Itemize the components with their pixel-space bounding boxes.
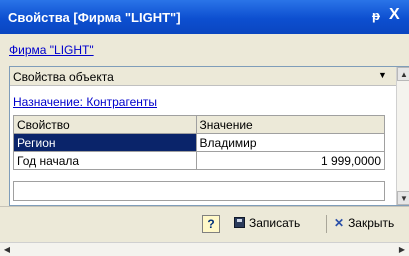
help-button[interactable]: ? bbox=[202, 215, 220, 233]
scroll-right-icon[interactable]: ▶ bbox=[395, 243, 409, 256]
save-button[interactable]: Записать bbox=[234, 216, 300, 230]
table-row[interactable]: Регион Владимир bbox=[13, 133, 386, 152]
panel-header[interactable]: Свойства объекта ▼ bbox=[10, 67, 396, 86]
horizontal-scrollbar[interactable]: ◀ ▶ bbox=[0, 242, 409, 256]
scroll-down-icon[interactable]: ▼ bbox=[397, 191, 409, 205]
close-button[interactable]: ✕ Закрыть bbox=[334, 216, 394, 230]
close-label: Закрыть bbox=[348, 216, 395, 230]
panel-title: Свойства объекта bbox=[13, 70, 114, 84]
window-title: Свойства [Фирма "LIGHT"] bbox=[8, 10, 181, 25]
title-bar[interactable]: Свойства [Фирма "LIGHT"] ᵽ X bbox=[0, 0, 409, 34]
purpose-link[interactable]: Назначение: Контрагенты bbox=[13, 95, 157, 109]
object-link-row: Фирма "LIGHT" bbox=[0, 34, 409, 64]
close-icon[interactable]: X bbox=[389, 6, 400, 24]
table-empty-area[interactable] bbox=[13, 181, 385, 201]
object-link[interactable]: Фирма "LIGHT" bbox=[9, 43, 94, 57]
value-cell[interactable]: 1 999,0000 bbox=[195, 151, 386, 170]
properties-panel: Свойства объекта ▼ ▲ ▼ Назначение: Контр… bbox=[9, 66, 409, 206]
close-x-icon: ✕ bbox=[334, 216, 345, 230]
property-cell[interactable]: Год начала bbox=[13, 151, 197, 170]
table-row[interactable]: Год начала 1 999,0000 bbox=[13, 151, 386, 170]
value-cell[interactable]: Владимир bbox=[195, 133, 386, 152]
dropdown-arrow-icon[interactable]: ▼ bbox=[378, 70, 387, 80]
scroll-left-icon[interactable]: ◀ bbox=[0, 243, 14, 256]
toolbar-separator bbox=[326, 215, 327, 233]
scroll-up-icon[interactable]: ▲ bbox=[397, 67, 409, 81]
vertical-scrollbar[interactable]: ▲ ▼ bbox=[396, 67, 409, 205]
save-label: Записать bbox=[249, 216, 301, 230]
properties-table: Свойство Значение Регион Владимир Год на… bbox=[13, 115, 386, 170]
column-header-value[interactable]: Значение bbox=[195, 115, 386, 134]
table-header-row: Свойство Значение bbox=[13, 115, 386, 134]
column-header-property[interactable]: Свойство bbox=[13, 115, 197, 134]
pin-icon[interactable]: ᵽ bbox=[372, 8, 380, 23]
bottom-toolbar: ? Записать ✕ Закрыть bbox=[0, 206, 409, 242]
save-disk-icon bbox=[234, 217, 245, 228]
property-cell[interactable]: Регион bbox=[13, 133, 197, 152]
